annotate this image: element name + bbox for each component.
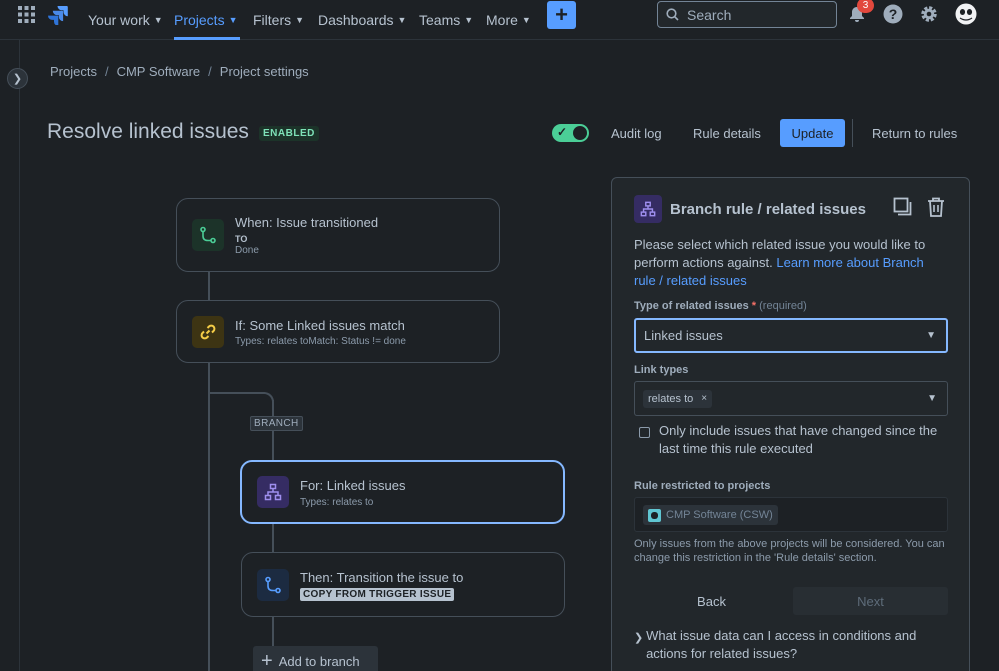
page-title: Resolve linked issues — [47, 120, 249, 143]
condition-node[interactable]: If: Some Linked issues match Types: rela… — [176, 300, 500, 363]
plus-icon: + — [261, 649, 273, 671]
breadcrumb-projects[interactable]: Projects — [50, 64, 97, 79]
settings-gear-icon[interactable] — [919, 4, 939, 24]
transition-icon — [192, 219, 224, 251]
hierarchy-icon — [257, 476, 289, 508]
link-types-select[interactable]: relates to × ▼ — [634, 381, 948, 416]
nav-more[interactable]: More ▼ — [486, 0, 531, 40]
type-field-label: Type of related issues * (required) — [634, 300, 807, 312]
flow-connector — [208, 362, 210, 671]
nav-projects[interactable]: Projects ▼ — [174, 0, 240, 40]
changed-since-checkbox[interactable] — [639, 427, 650, 438]
panel-actions — [893, 197, 945, 222]
restricted-projects-field: CMP Software (CSW) — [634, 497, 948, 532]
trigger-title: When: Issue transitioned — [235, 215, 379, 230]
nav-filters[interactable]: Filters ▼ — [253, 0, 304, 40]
flow-connector — [208, 271, 210, 301]
breadcrumb-project-settings[interactable]: Project settings — [220, 64, 309, 79]
checkmark-icon: ✓ — [557, 125, 568, 139]
chevron-down-icon: ▼ — [228, 15, 238, 25]
trigger-sub-value: Done — [235, 245, 259, 256]
audit-log-button[interactable]: Audit log — [601, 119, 672, 147]
chevron-down-icon: ▼ — [397, 15, 407, 25]
chevron-down-icon: ▼ — [153, 15, 163, 25]
toggle-knob — [573, 126, 587, 140]
back-button[interactable]: Back — [634, 587, 789, 615]
branch-connector — [210, 392, 266, 394]
duplicate-icon[interactable] — [893, 197, 913, 222]
link-types-label: Link types — [634, 364, 689, 376]
search-icon — [666, 8, 679, 21]
action-value-chip: COPY FROM TRIGGER ISSUE — [300, 588, 455, 601]
trigger-sub-label: TO — [235, 234, 248, 244]
branch-connector — [272, 523, 274, 553]
breadcrumb-separator: / — [104, 64, 109, 79]
search-input[interactable] — [687, 6, 827, 23]
return-to-rules-button[interactable]: Return to rules — [862, 119, 967, 147]
avatar[interactable] — [955, 3, 977, 25]
nav-teams[interactable]: Teams ▼ — [419, 0, 473, 40]
chevron-down-icon: ▼ — [295, 15, 305, 25]
app-switcher-icon[interactable] — [18, 6, 35, 23]
panel-title: Branch rule / related issues — [670, 201, 866, 218]
expand-sidebar-button[interactable]: ❯ — [7, 68, 28, 89]
trash-icon[interactable] — [927, 197, 945, 222]
checkbox-label[interactable]: Only include issues that have changed si… — [659, 422, 954, 458]
breadcrumb: Projects / CMP Software / Project settin… — [50, 64, 309, 79]
hierarchy-icon — [634, 195, 662, 223]
nav-dashboards[interactable]: Dashboards ▼ — [318, 0, 406, 40]
transition-icon — [257, 568, 289, 601]
update-button[interactable]: Update — [780, 119, 845, 147]
svg-text:?: ? — [889, 6, 898, 22]
project-avatar-icon — [648, 508, 661, 522]
action-title: Then: Transition the issue to — [300, 570, 464, 585]
branch-label: BRANCH — [250, 416, 303, 431]
condition-title: If: Some Linked issues match — [235, 318, 405, 333]
branch-connector — [272, 616, 274, 648]
link-icon — [192, 315, 224, 348]
left-sidebar-rail — [0, 40, 20, 671]
top-navigation: Your work ▼ Projects ▼ Filters ▼ Dashboards… — [0, 0, 999, 40]
action-node[interactable]: Then: Transition the issue to COPY FROM … — [241, 552, 565, 617]
notification-badge: 3 — [857, 0, 874, 13]
header-divider — [852, 119, 853, 147]
trigger-node[interactable]: When: Issue transitioned TO Done — [176, 198, 500, 272]
faq-expander[interactable]: ❯ What issue data can I access in condit… — [634, 627, 948, 663]
branch-detail: Types: relates to — [300, 497, 374, 508]
chevron-down-icon: ▼ — [521, 15, 531, 25]
rule-enabled-toggle[interactable]: ✓ — [552, 124, 589, 142]
branch-node[interactable]: For: Linked issues Types: relates to — [240, 460, 565, 524]
condition-detail: Types: relates toMatch: Status != done — [235, 336, 406, 347]
status-badge: ENABLED — [259, 126, 319, 141]
related-issue-type-select[interactable]: Linked issues ▼ — [634, 318, 948, 353]
breadcrumb-separator: / — [208, 64, 212, 79]
add-to-branch-button[interactable]: + Add to branch — [253, 646, 378, 671]
nav-your-work[interactable]: Your work ▼ — [88, 0, 163, 40]
link-type-tag: relates to × — [643, 389, 713, 408]
panel-description: Please select which related issue you wo… — [634, 237, 926, 288]
project-tag: CMP Software (CSW) — [643, 505, 778, 525]
chevron-right-icon: ❯ — [12, 73, 23, 85]
branch-config-panel: Branch rule / related issues Please sele… — [611, 177, 970, 671]
restricted-projects-label: Rule restricted to projects — [634, 480, 771, 492]
chevron-right-icon: ❯ — [634, 632, 644, 644]
remove-tag-icon[interactable]: × — [701, 393, 707, 404]
create-button[interactable]: + — [547, 1, 576, 29]
restriction-note: Only issues from the above projects will… — [634, 538, 945, 564]
branch-curve — [262, 392, 274, 404]
chevron-down-icon: ▼ — [926, 330, 936, 341]
search-box[interactable] — [657, 1, 837, 28]
jira-logo-icon[interactable] — [48, 5, 68, 25]
help-icon[interactable]: ? — [883, 4, 903, 24]
breadcrumb-cmp-software[interactable]: CMP Software — [117, 64, 201, 79]
branch-connector — [272, 400, 274, 462]
next-button[interactable]: Next — [793, 587, 948, 615]
chevron-down-icon: ▼ — [927, 393, 937, 404]
chevron-down-icon: ▼ — [464, 15, 474, 25]
branch-title: For: Linked issues — [300, 478, 406, 493]
rule-details-button[interactable]: Rule details — [683, 119, 771, 147]
